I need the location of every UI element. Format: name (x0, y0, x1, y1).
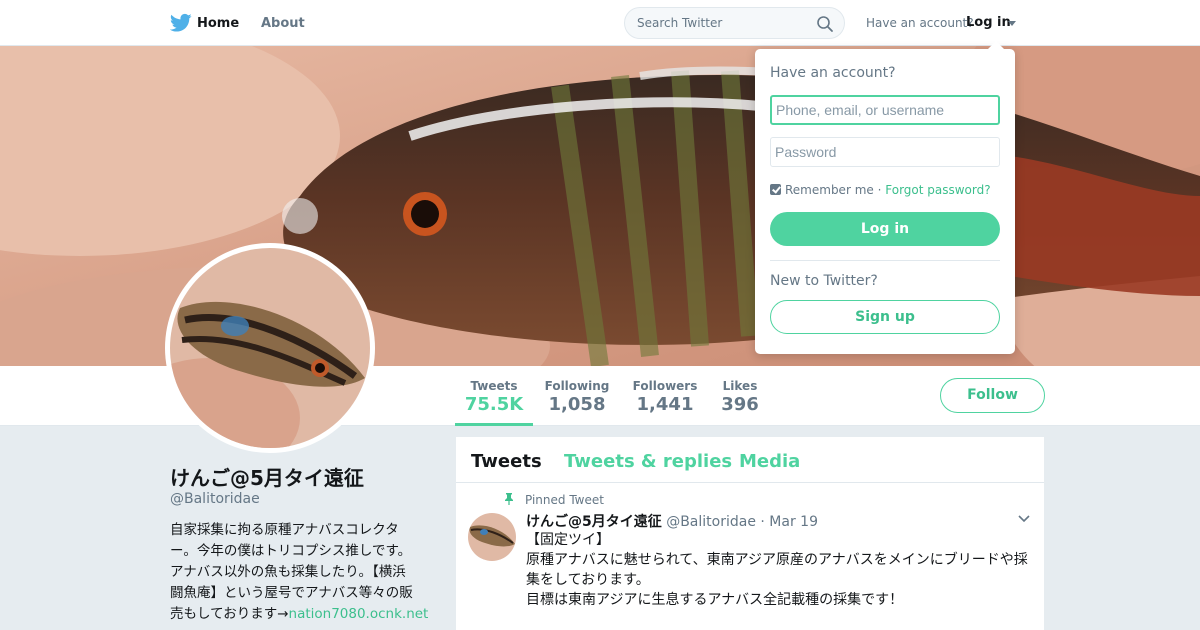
twitter-bird-icon[interactable] (170, 13, 192, 33)
chevron-down-icon[interactable] (1018, 515, 1030, 523)
tweet-avatar[interactable] (468, 513, 516, 561)
have-account-text: Have an account? (866, 16, 974, 30)
stat-value: 75.5K (464, 394, 524, 415)
signup-button[interactable]: Sign up (770, 300, 1000, 334)
pinned-tweet-label: Pinned Tweet (525, 493, 604, 507)
tweet-line: 【固定ツイ】 (526, 532, 610, 548)
bio-website-link[interactable]: nation7080.ocnk.net (289, 606, 429, 622)
timeline-tabs: Tweets Tweets & replies Media (456, 437, 1044, 483)
tweet-text: 【固定ツイ】 原種アナバスに魅せられて、東南アジア原産のアナバスをメインにブリー… (526, 530, 1036, 610)
bio-last-text: 売もしております→ (170, 606, 289, 622)
search-input[interactable]: Search Twitter (624, 7, 845, 39)
bio-line: 闘魚庵】という屋号でアナバス等々の販 (170, 585, 413, 601)
forgot-password-link[interactable]: Forgot password? (885, 183, 990, 197)
pin-icon (505, 493, 513, 505)
profile-bio: 自家採集に拘る原種アナバスコレクタ ー。今年の僕はトリコプシス推しです。 アナバ… (170, 520, 430, 625)
bio-line: 売もしております→nation7080.ocnk.net (170, 604, 430, 625)
tweet-line: 集をしております。 (526, 572, 650, 588)
profile-name: けんご@5月タイ遠征 (170, 466, 364, 490)
stat-value: 1,058 (548, 394, 606, 415)
tab-tweets-replies[interactable]: Tweets & replies (564, 451, 732, 472)
tweet-line: 原種アナバスに魅せられて、東南アジア原産のアナバスをメインにブリードや採 (526, 552, 1028, 568)
search-icon[interactable] (816, 15, 834, 33)
stat-likes[interactable]: Likes 396 (715, 366, 765, 426)
stat-value: 396 (721, 394, 759, 415)
profile-handle[interactable]: @Balitoridae (170, 491, 260, 507)
tweet-header: けんご@5月タイ遠征 @Balitoridae · Mar 19 (526, 511, 818, 531)
pinned-tweet[interactable]: Pinned Tweet けんご@5月タイ遠征 @Balitoridae · M… (456, 483, 1044, 630)
stat-following[interactable]: Following 1,058 (541, 366, 613, 426)
login-button[interactable]: Log in (770, 212, 1000, 246)
avatar-fish-image (170, 248, 370, 448)
bio-line: ー。今年の僕はトリコプシス推しです。 (170, 543, 412, 559)
tweet-author-handle[interactable]: @Balitoridae (666, 514, 756, 530)
stat-tweets[interactable]: Tweets 75.5K (455, 366, 533, 426)
nav-home-link[interactable]: Home (197, 16, 239, 31)
tweet-author-name[interactable]: けんご@5月タイ遠征 (526, 514, 662, 530)
bio-line: 自家採集に拘る原種アナバスコレクタ (170, 522, 399, 538)
nav-about-link[interactable]: About (261, 16, 305, 31)
stat-followers[interactable]: Followers 1,441 (629, 366, 701, 426)
remember-me-checkbox[interactable] (770, 184, 781, 195)
remember-row: Remember me · Forgot password? (770, 183, 991, 197)
stat-label: Likes (722, 379, 758, 393)
bio-line: アナバス以外の魚も採集したり。【横浜 (170, 564, 406, 580)
login-dropdown-toggle[interactable]: Log in (966, 15, 1011, 30)
top-navigation-bar: Home About Search Twitter Have an accoun… (0, 0, 1200, 46)
stat-label: Followers (632, 379, 698, 393)
separator-dot: · (877, 183, 882, 197)
login-dropdown: Have an account? Remember me · Forgot pa… (755, 41, 1015, 354)
dropdown-divider (770, 260, 1000, 261)
password-field[interactable] (770, 137, 1000, 167)
tweet-date[interactable]: · Mar 19 (760, 514, 818, 530)
stat-value: 1,441 (636, 394, 694, 415)
tweet-avatar-image (468, 513, 516, 561)
stat-label: Following (544, 379, 610, 393)
dropdown-caret (988, 41, 1004, 49)
profile-avatar[interactable] (165, 243, 375, 453)
caret-down-icon[interactable] (1008, 21, 1016, 26)
stat-label: Tweets (470, 379, 518, 393)
remember-me-label[interactable]: Remember me (785, 183, 874, 197)
username-field[interactable] (770, 95, 1000, 125)
timeline: Tweets Tweets & replies Media Pinned Twe… (456, 437, 1044, 630)
tab-media[interactable]: Media (739, 451, 800, 472)
login-dropdown-title: Have an account? (770, 65, 896, 81)
search-placeholder: Search Twitter (637, 16, 723, 30)
tweet-line: 目標は東南アジアに生息するアナバス全記載種の採集です！ (526, 592, 904, 608)
follow-button[interactable]: Follow (940, 378, 1045, 413)
tab-tweets[interactable]: Tweets (471, 451, 542, 472)
new-to-twitter-text: New to Twitter? (770, 273, 878, 289)
